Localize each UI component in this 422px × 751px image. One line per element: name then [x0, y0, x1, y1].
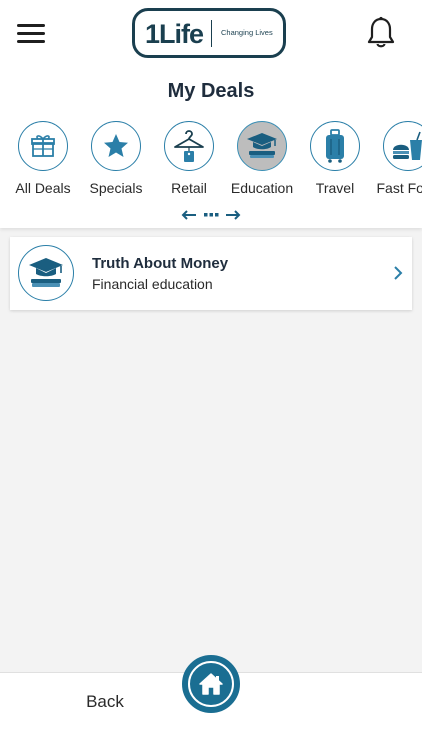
graduation-cap-icon: [18, 245, 74, 301]
category-label: All Deals: [15, 180, 71, 196]
home-icon: [188, 661, 234, 707]
logo-divider: [211, 20, 212, 47]
category-label: Specials: [89, 180, 143, 196]
deal-title: Truth About Money: [92, 255, 229, 272]
star-icon: [91, 121, 141, 171]
category-label: Education: [230, 180, 294, 196]
category-education[interactable]: Education: [222, 121, 302, 196]
category-retail[interactable]: Retail: [149, 121, 229, 196]
category-fast-food[interactable]: Fast Food: [368, 121, 422, 196]
gift-icon: [18, 121, 68, 171]
logo-mark: 1Life: [145, 19, 204, 49]
category-label: Travel: [315, 180, 355, 196]
deal-card[interactable]: Truth About Money Financial education: [10, 237, 412, 310]
home-button[interactable]: [182, 655, 240, 713]
bell-icon[interactable]: [365, 16, 397, 50]
app-logo: 1Life Changing Lives: [132, 8, 286, 58]
category-label: Retail: [171, 180, 207, 196]
category-specials[interactable]: Specials: [76, 121, 156, 196]
graduation-cap-icon: [237, 121, 287, 171]
scroll-arrows-icon: [180, 208, 242, 222]
app-header: 1Life Changing Lives My Deals All Deals: [0, 0, 422, 228]
back-button[interactable]: Back: [60, 687, 150, 717]
category-travel[interactable]: Travel: [295, 121, 375, 196]
fast-food-icon: [383, 121, 422, 171]
deal-subtitle: Financial education: [92, 276, 213, 292]
chevron-right-icon: [393, 265, 403, 281]
suitcase-icon: [310, 121, 360, 171]
category-label: Fast Food: [376, 180, 422, 196]
hanger-icon: [164, 121, 214, 171]
page-title: My Deals: [167, 80, 255, 102]
category-all-deals[interactable]: All Deals: [3, 121, 83, 196]
hamburger-menu-icon[interactable]: [17, 22, 47, 46]
logo-tagline: Changing Lives: [221, 28, 273, 37]
